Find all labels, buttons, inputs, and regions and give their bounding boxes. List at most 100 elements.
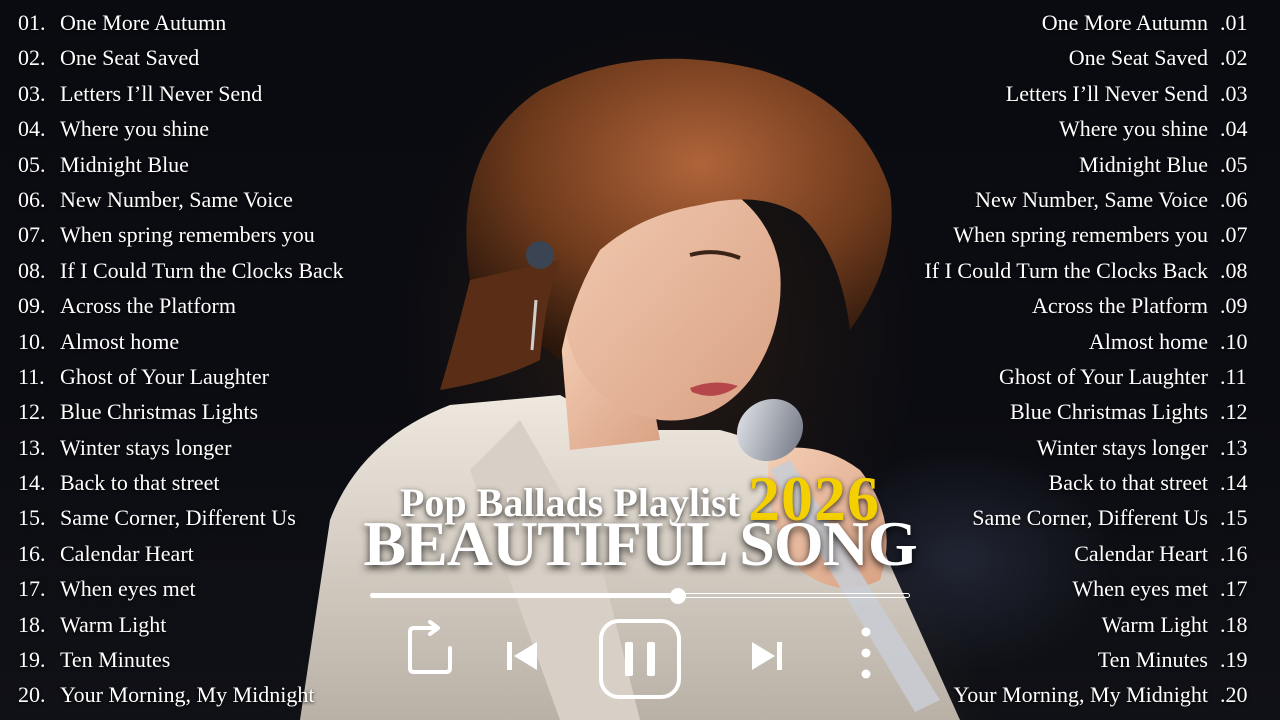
playlist-item[interactable]: New Number, Same Voice .06	[924, 182, 1262, 217]
playlist-item[interactable]: Your Morning, My Midnight .20	[924, 677, 1262, 712]
track-number: 03.	[18, 80, 46, 106]
next-icon[interactable]	[750, 640, 784, 672]
banner-title: BEAUTIFUL SONG	[363, 508, 917, 579]
track-number: .02	[1220, 45, 1248, 71]
playlist-item[interactable]: 04. Where you shine	[18, 111, 344, 146]
playlist-item[interactable]: Midnight Blue .05	[924, 147, 1262, 182]
track-number: .09	[1220, 293, 1248, 319]
previous-icon[interactable]	[505, 640, 539, 672]
playlist-item[interactable]: Where you shine .04	[924, 111, 1262, 146]
playlist-item[interactable]: Ghost of Your Laughter .11	[924, 359, 1262, 394]
playlist-item[interactable]: 09. Across the Platform	[18, 288, 344, 323]
track-number: 13.	[18, 434, 46, 460]
track-number: .19	[1220, 647, 1248, 673]
playlist-item[interactable]: If I Could Turn the Clocks Back .08	[924, 253, 1262, 288]
track-number: .18	[1220, 611, 1248, 637]
playlist-item[interactable]: Almost home .10	[924, 324, 1262, 359]
track-title: If I Could Turn the Clocks Back	[60, 257, 344, 283]
track-title: Ghost of Your Laughter	[60, 363, 269, 389]
progress-bar[interactable]	[370, 588, 910, 604]
track-number: 07.	[18, 222, 46, 248]
track-number: .11	[1220, 363, 1247, 389]
playlist-item[interactable]: 06. New Number, Same Voice	[18, 182, 344, 217]
track-number: .07	[1220, 222, 1248, 248]
playlist-item[interactable]: Letters I’ll Never Send .03	[924, 76, 1262, 111]
track-number: .08	[1220, 257, 1248, 283]
track-title: Letters I’ll Never Send	[60, 80, 263, 106]
playlist-item[interactable]: Ten Minutes .19	[924, 642, 1262, 677]
playlist-item[interactable]: 08. If I Could Turn the Clocks Back	[18, 253, 344, 288]
track-number: 09.	[18, 293, 46, 319]
playlist-item[interactable]: 02. One Seat Saved	[18, 40, 344, 75]
track-title: Ten Minutes	[1097, 647, 1208, 673]
track-title: Across the Platform	[60, 293, 236, 319]
track-title: One Seat Saved	[1068, 45, 1208, 71]
track-title: When spring remembers you	[60, 222, 315, 248]
track-number: 12.	[18, 399, 46, 425]
playlist-item[interactable]: One Seat Saved .02	[924, 40, 1262, 75]
track-title: Letters I’ll Never Send	[1005, 80, 1208, 106]
playlist-item[interactable]: 05. Midnight Blue	[18, 147, 344, 182]
playlist-item[interactable]: When spring remembers you .07	[924, 217, 1262, 252]
track-number: 08.	[18, 257, 46, 283]
track-number: .13	[1220, 434, 1248, 460]
playlist-left: 01. One More Autumn 02. One Seat Saved 03. Le…	[18, 5, 344, 713]
playlist-item[interactable]: 07. When spring remembers you	[18, 217, 344, 252]
playlist-item[interactable]: Blue Christmas Lights .12	[924, 394, 1262, 429]
playlist-item[interactable]: Warm Light .18	[924, 607, 1262, 642]
track-title: Ten Minutes	[60, 647, 171, 673]
track-number: 11.	[18, 363, 45, 389]
track-title: Winter stays longer	[60, 434, 232, 460]
track-number: .06	[1220, 186, 1248, 212]
progress-thumb[interactable]	[669, 588, 686, 604]
track-title: Midnight Blue	[1079, 151, 1208, 177]
track-title: When spring remembers you	[953, 222, 1208, 248]
track-title: Blue Christmas Lights	[1010, 399, 1208, 425]
track-number: .20	[1220, 682, 1248, 708]
playlist-item[interactable]: 01. One More Autumn	[18, 5, 344, 40]
playlist-item[interactable]: 20. Your Morning, My Midnight	[18, 677, 344, 712]
track-title: If I Could Turn the Clocks Back	[924, 257, 1208, 283]
track-title: Across the Platform	[1032, 293, 1208, 319]
playlist-item[interactable]: 12. Blue Christmas Lights	[18, 394, 344, 429]
track-title: Warm Light	[1101, 611, 1208, 637]
playlist-item[interactable]: 13. Winter stays longer	[18, 430, 344, 465]
track-title: Winter stays longer	[1036, 434, 1208, 460]
track-title: New Number, Same Voice	[60, 186, 293, 212]
playlist-item[interactable]: 19. Ten Minutes	[18, 642, 344, 677]
track-number: .05	[1220, 151, 1248, 177]
track-number: .03	[1220, 80, 1248, 106]
track-title: Where you shine	[60, 116, 210, 142]
track-number: .10	[1220, 328, 1248, 354]
playlist-item[interactable]: One More Autumn .01	[924, 5, 1262, 40]
playlist-item[interactable]: 11. Ghost of Your Laughter	[18, 359, 344, 394]
more-icon[interactable]	[858, 626, 874, 680]
track-number: .04	[1220, 116, 1248, 142]
repeat-icon[interactable]	[406, 618, 458, 678]
track-title: Ghost of Your Laughter	[999, 363, 1208, 389]
track-title: Midnight Blue	[60, 151, 189, 177]
track-title: One More Autumn	[1041, 10, 1208, 35]
track-title: One Seat Saved	[60, 45, 200, 71]
track-number: 06.	[18, 186, 46, 212]
track-title: Your Morning, My Midnight	[953, 682, 1208, 708]
playlist-right: One More Autumn .01 One Seat Saved .02 Lette…	[924, 5, 1262, 713]
track-title: Warm Light	[60, 611, 167, 637]
track-title: One More Autumn	[60, 10, 227, 35]
playlist-item[interactable]: Winter stays longer .13	[924, 430, 1262, 465]
track-number: 02.	[18, 45, 46, 71]
track-title: Almost home	[1088, 328, 1208, 354]
pause-icon[interactable]	[598, 618, 682, 700]
playlist-item[interactable]: 10. Almost home	[18, 324, 344, 359]
track-title: Where you shine	[1058, 116, 1208, 142]
playlist-item[interactable]: 03. Letters I’ll Never Send	[18, 76, 344, 111]
track-number: 19.	[18, 647, 46, 673]
track-number: 04.	[18, 116, 46, 142]
track-number: 01.	[18, 10, 46, 35]
playlist-item[interactable]: 18. Warm Light	[18, 607, 344, 642]
track-number: 10.	[18, 328, 46, 354]
playlist-item[interactable]: Across the Platform .09	[924, 288, 1262, 323]
track-number: 20.	[18, 682, 46, 708]
progress-fill	[370, 593, 678, 598]
track-number: .12	[1220, 399, 1248, 425]
